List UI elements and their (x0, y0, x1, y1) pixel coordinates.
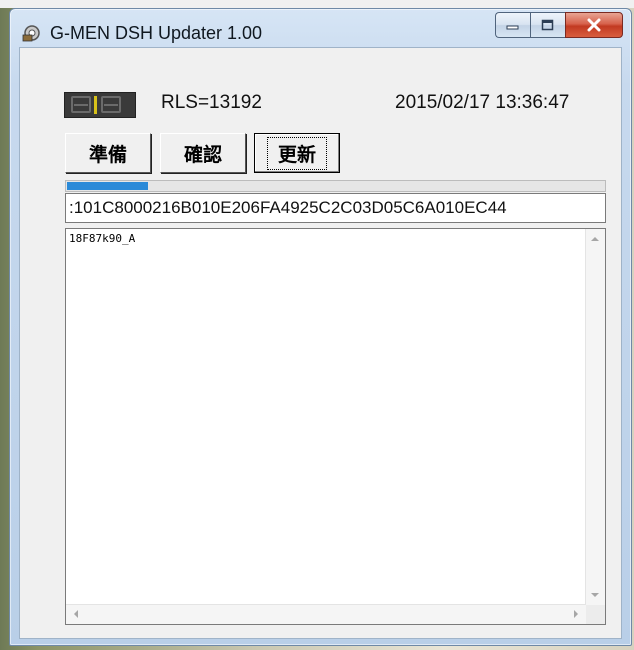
chevron-down-icon (591, 593, 599, 597)
client-area: RLS=13192 2015/02/17 13:36:47 準備 確認 更新 :… (19, 47, 622, 639)
update-button[interactable]: 更新 (254, 133, 340, 173)
update-button-label: 更新 (266, 136, 327, 170)
confirm-button[interactable]: 確認 (160, 133, 246, 173)
hex-record-field[interactable]: :101C8000216B010E206FA4925C2C03D05C6A010… (65, 193, 606, 223)
datetime-label: 2015/02/17 13:36:47 (395, 92, 570, 113)
scroll-down-button[interactable] (586, 586, 605, 605)
rls-label: RLS=13192 (161, 92, 262, 113)
window-title: G-MEN DSH Updater 1.00 (50, 23, 263, 43)
app-gear-icon (22, 25, 40, 42)
log-line: 18F87k90_A (69, 232, 136, 245)
title-bar[interactable]: G-MEN DSH Updater 1.00 (10, 9, 631, 47)
log-textarea[interactable]: 18F87k90_A (65, 228, 606, 625)
screen-top-strip (0, 0, 634, 8)
scroll-right-button[interactable] (567, 605, 586, 624)
close-button[interactable] (565, 12, 623, 38)
chevron-up-icon (591, 237, 599, 241)
prepare-button[interactable]: 準備 (65, 133, 151, 173)
maximize-button[interactable] (530, 12, 565, 38)
minimize-button[interactable] (495, 12, 530, 38)
maximize-icon (541, 19, 554, 31)
horizontal-scrollbar[interactable] (66, 604, 586, 624)
progress-fill (67, 182, 148, 190)
chevron-right-icon (574, 610, 578, 618)
scroll-corner (586, 605, 605, 624)
progress-bar (65, 180, 606, 192)
scroll-left-button[interactable] (66, 605, 85, 624)
chevron-left-icon (74, 610, 78, 618)
window-controls (495, 12, 623, 38)
minimize-icon (506, 25, 519, 30)
scroll-up-button[interactable] (586, 229, 605, 248)
led-indicator-icon (64, 92, 136, 118)
close-icon (587, 18, 601, 32)
app-window: G-MEN DSH Updater 1.00 RLS=13192 2015/02… (9, 8, 632, 646)
vertical-scrollbar[interactable] (585, 229, 605, 605)
